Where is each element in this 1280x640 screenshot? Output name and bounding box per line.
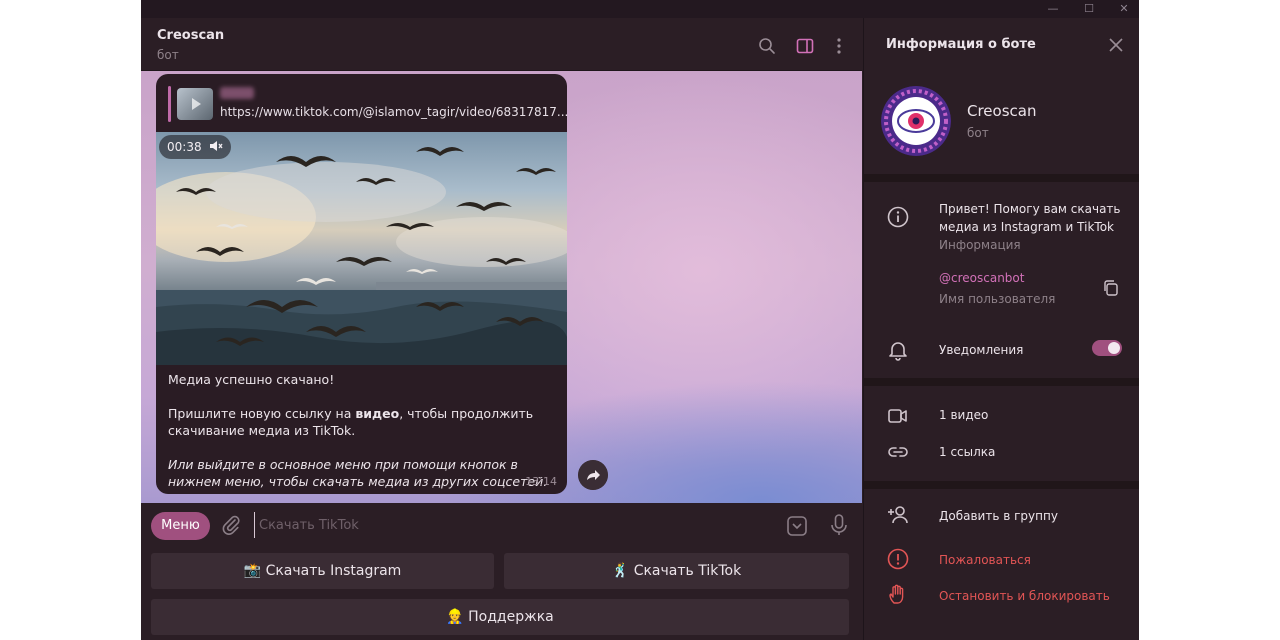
seagulls-image — [156, 147, 567, 365]
add-user-icon — [888, 506, 908, 524]
reply-preview[interactable]: https://www.tiktok.com/@islamov_tagir/vi… — [168, 86, 567, 126]
chat-area: https://www.tiktok.com/@islamov_tagir/vi… — [141, 71, 862, 503]
message-input[interactable] — [254, 512, 754, 538]
message-line-2: Пришлите новую ссылку на видео, чтобы пр… — [168, 406, 534, 438]
bot-about-label: Информация — [939, 238, 1021, 252]
divider — [864, 481, 1139, 489]
bot-username[interactable]: @creoscanbot — [939, 271, 1024, 285]
keyboard-button-tiktok[interactable]: 🕺 Скачать TikTok — [504, 553, 849, 589]
sidebar-toggle-icon[interactable] — [795, 36, 815, 56]
bot-keyboard-icon[interactable] — [786, 515, 808, 537]
bot-name: Creoscan — [967, 102, 1037, 120]
reply-url: https://www.tiktok.com/@islamov_tagir/vi… — [220, 105, 567, 119]
bot-about: Привет! Помогу вам скачать медиа из Inst… — [939, 202, 1121, 234]
chat-subtitle: бот — [157, 48, 179, 62]
bot-username-label: Имя пользователя — [939, 292, 1056, 306]
chat-title: Creoscan — [157, 28, 225, 43]
minimize-button[interactable]: — — [1038, 0, 1068, 18]
composer: Меню — [141, 503, 862, 547]
message-bubble[interactable]: https://www.tiktok.com/@islamov_tagir/vi… — [156, 74, 567, 494]
bot-subtitle: бот — [967, 126, 989, 140]
bell-icon — [889, 342, 907, 361]
reply-bar — [168, 86, 171, 122]
info-icon — [887, 206, 909, 228]
keyboard-button-support[interactable]: 👷 Поддержка — [151, 599, 849, 635]
stop-hand-icon — [889, 584, 904, 604]
report-button[interactable]: Пожаловаться — [939, 553, 1031, 567]
divider — [864, 378, 1139, 386]
video-duration-badge[interactable]: 00:38 — [159, 135, 232, 159]
media-videos-count[interactable]: 1 видео — [939, 408, 988, 422]
report-icon — [887, 548, 909, 570]
title-bar: — ☐ ✕ — [141, 0, 1139, 18]
muted-icon — [210, 141, 223, 151]
reply-thumbnail — [177, 88, 213, 120]
microphone-icon[interactable] — [828, 513, 850, 537]
bot-info-panel: Информация о боте Creoscan бот Привет! П… — [863, 18, 1139, 640]
divider — [864, 174, 1139, 182]
media-links-count[interactable]: 1 ссылка — [939, 445, 995, 459]
keyboard-button-instagram[interactable]: 📸 Скачать Instagram — [151, 553, 494, 589]
attach-icon[interactable] — [220, 514, 242, 536]
message-time: 13:14 — [525, 475, 557, 488]
message-text: Медиа успешно скачано! Пришлите новую сс… — [168, 371, 558, 494]
video-preview[interactable]: 00:38 — [156, 132, 567, 365]
bot-avatar[interactable] — [881, 86, 951, 156]
bot-menu-button[interactable]: Меню — [151, 512, 210, 540]
add-to-group-button[interactable]: Добавить в группу — [939, 509, 1058, 523]
info-title: Информация о боте — [886, 37, 1036, 52]
more-icon[interactable] — [829, 36, 849, 56]
copy-icon[interactable] — [1102, 279, 1120, 297]
maximize-button[interactable]: ☐ — [1074, 0, 1104, 18]
video-duration: 00:38 — [167, 140, 202, 154]
message-line-3: Или выйдите в основное меню при помощи к… — [168, 457, 548, 489]
chat-header[interactable]: Creoscan бот — [141, 18, 862, 71]
search-icon[interactable] — [757, 36, 777, 56]
message-line-1: Медиа успешно скачано! — [168, 372, 335, 387]
forward-icon[interactable] — [578, 460, 608, 490]
close-window-button[interactable]: ✕ — [1109, 0, 1139, 18]
telegram-window: — ☐ ✕ Creoscan бот https://www.tiktok.co… — [141, 0, 1139, 640]
link-icon — [888, 447, 908, 457]
stop-and-block-button[interactable]: Остановить и блокировать — [939, 589, 1110, 603]
play-icon — [192, 98, 201, 110]
toggle-knob — [1108, 342, 1120, 354]
video-icon — [888, 409, 907, 423]
close-icon[interactable] — [1108, 37, 1124, 53]
reply-sender-redacted — [220, 87, 254, 99]
notifications-toggle[interactable] — [1092, 340, 1122, 356]
notifications-label: Уведомления — [939, 343, 1024, 357]
